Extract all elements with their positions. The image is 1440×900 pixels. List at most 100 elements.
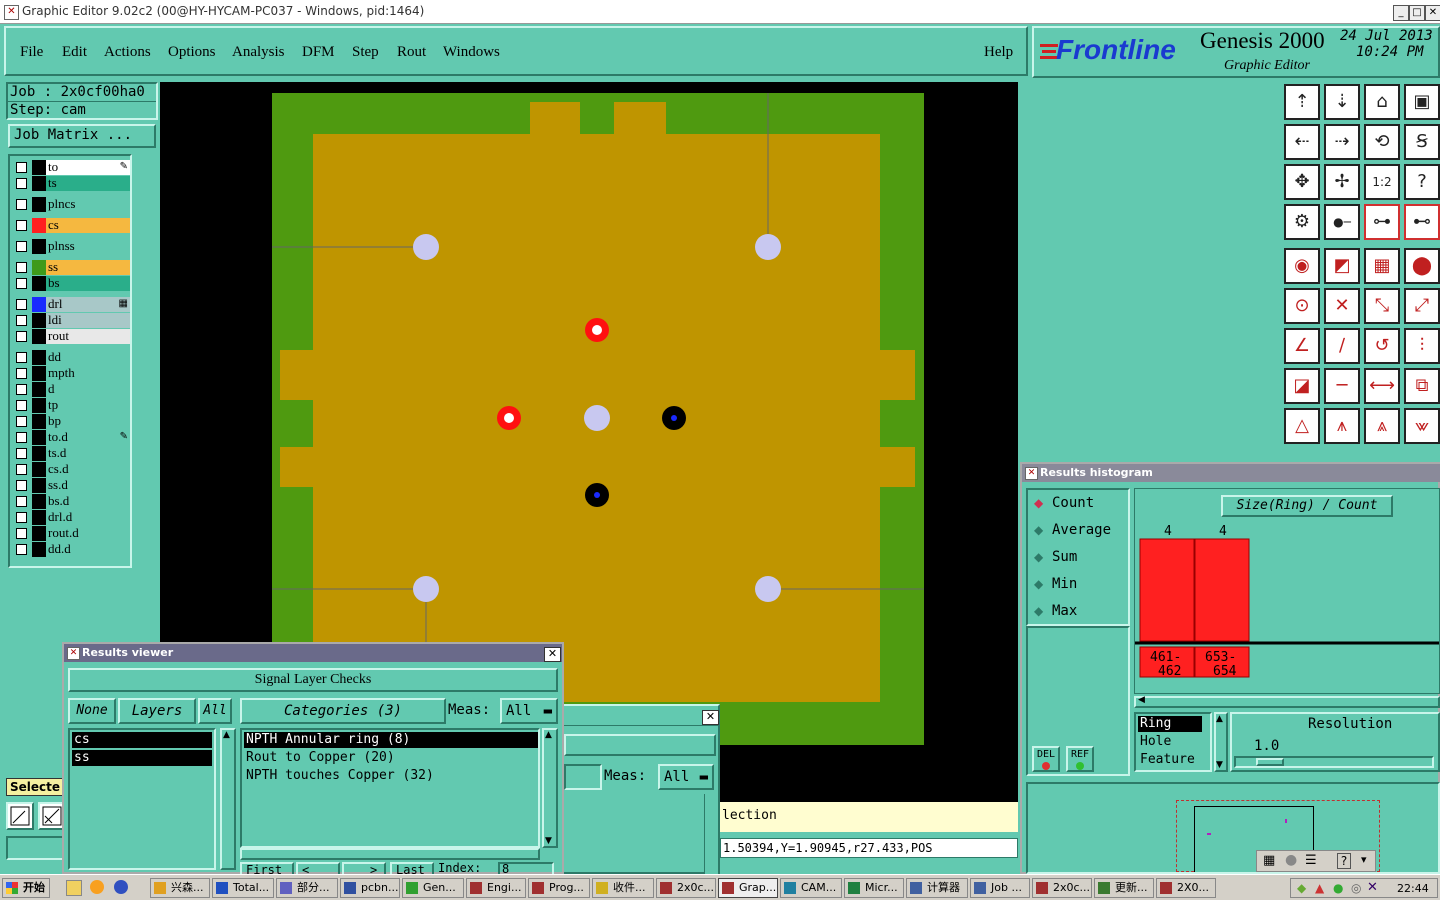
job-matrix-button[interactable]: Job Matrix ... [8,124,156,148]
category-item[interactable]: NPTH touches Copper (32) [244,768,538,784]
result-layer-item[interactable]: cs [72,732,212,748]
layer-color-swatch[interactable] [32,239,46,254]
tool-button[interactable]: ✢ [1324,164,1360,200]
secondary-scrollbar[interactable] [704,794,718,874]
layer-row[interactable]: tp [12,398,130,413]
npth-hole[interactable] [413,576,439,602]
layer-checkbox[interactable] [16,416,27,427]
layer-color-swatch[interactable] [32,446,46,461]
zoom-tool-button[interactable] [6,802,34,830]
tool-button[interactable]: ⇠ [1284,124,1320,160]
layer-color-swatch[interactable] [32,218,46,233]
tool-button[interactable]: ⤢ [1404,288,1440,324]
layer-checkbox[interactable] [16,528,27,539]
layer-name[interactable]: drl ▦ [46,297,130,312]
tray-icon[interactable]: ◎ [1351,881,1361,895]
taskbar-item[interactable]: 收件... [592,878,654,898]
tool-button[interactable]: ▦ [1364,248,1400,284]
histogram-bar[interactable] [1139,538,1195,642]
minimize-button[interactable]: _ [1393,5,1409,21]
layer-name[interactable]: dd [46,350,130,365]
resolution-slider[interactable] [1234,756,1434,768]
tool-button[interactable]: ⩖ [1404,408,1440,444]
layer-color-swatch[interactable] [32,526,46,541]
layer-name[interactable]: ss.d [46,478,130,493]
tray-icon[interactable]: ◆ [1297,881,1306,895]
layer-row[interactable]: ts.d [12,446,130,461]
layer-name[interactable]: ldi [46,313,130,328]
layer-row[interactable]: bs.d [12,494,130,509]
layer-checkbox[interactable] [16,544,27,555]
layer-color-swatch[interactable] [32,329,46,344]
layer-color-swatch[interactable] [32,197,46,212]
npth-hole[interactable] [755,234,781,260]
layer-row[interactable]: dd.d [12,542,130,557]
tool-button[interactable]: ⇢ [1324,124,1360,160]
layer-row[interactable]: mpth [12,366,130,381]
tool-button[interactable]: ∕ [1324,328,1360,364]
layer-row[interactable]: ldi [12,313,130,328]
menu-options[interactable]: Options [168,44,216,61]
tool-button[interactable]: ↺ [1364,328,1400,364]
layer-color-swatch[interactable] [32,313,46,328]
layer-checkbox[interactable] [16,464,27,475]
layer-row[interactable]: plncs [12,197,130,212]
layer-name[interactable]: cs.d [46,462,130,477]
tray-icon[interactable]: ✕ [1367,880,1378,895]
tool-button[interactable]: △ [1284,408,1320,444]
tool-button[interactable]: ⚙ [1284,204,1320,240]
layer-name[interactable]: rout [46,329,130,344]
layer-row[interactable]: plnss [12,239,130,254]
layer-name[interactable]: mpth [46,366,130,381]
tool-button[interactable]: ◩ [1324,248,1360,284]
layer-checkbox[interactable] [16,368,27,379]
tool-button[interactable]: ✥ [1284,164,1320,200]
layer-color-swatch[interactable] [32,176,46,191]
layer-color-swatch[interactable] [32,414,46,429]
layer-checkbox[interactable] [16,432,27,443]
layer-row[interactable]: dd [12,350,130,365]
tool-button[interactable]: ⤡ [1364,288,1400,324]
layer-name[interactable]: drl.d [46,510,130,525]
layer-color-swatch[interactable] [32,276,46,291]
layer-row[interactable]: rout [12,329,130,344]
layer-checkbox[interactable] [16,262,27,273]
tool-button[interactable]: ⇣ [1324,84,1360,120]
quick-launch-icon[interactable] [66,880,82,896]
categories-button[interactable]: Categories (3) [240,698,446,724]
layer-checkbox[interactable] [16,496,27,507]
field-list-scrollbar[interactable]: ▲ ▼ [1214,712,1228,772]
layer-color-swatch[interactable] [32,297,46,312]
layer-checkbox[interactable] [16,241,27,252]
layer-color-swatch[interactable] [32,366,46,381]
field-item[interactable]: Feature [1138,752,1208,768]
tool-button[interactable]: ◉ [1284,248,1320,284]
histogram-hscrollbar[interactable]: ◀ [1134,695,1440,708]
layer-color-swatch[interactable] [32,382,46,397]
taskbar-item[interactable]: pcbn... [340,878,400,898]
layer-row[interactable]: rout.d [12,526,130,541]
taskbar-item[interactable]: Micr... [844,878,904,898]
layer-color-swatch[interactable] [32,350,46,365]
delete-button[interactable]: DEL [1032,746,1060,772]
tool-button[interactable]: ⧉ [1404,368,1440,404]
tool-button[interactable]: ⟲ [1364,124,1400,160]
tool-button[interactable]: ⇡ [1284,84,1320,120]
grid-icon[interactable]: ▦ [1263,853,1275,868]
category-item[interactable]: Rout to Copper (20) [244,750,538,766]
layer-row[interactable]: to.d ✎ [12,430,130,445]
layer-checkbox[interactable] [16,384,27,395]
layer-row[interactable]: drl ▦ [12,297,130,312]
secondary-close-button[interactable]: ✕ [702,710,719,725]
layer-name[interactable]: to.d ✎ [46,430,130,445]
layer-color-swatch[interactable] [32,430,46,445]
taskbar-item[interactable]: Grap... [718,878,778,898]
layer-checkbox[interactable] [16,199,27,210]
layer-color-swatch[interactable] [32,542,46,557]
tool-button[interactable]: ⊶ [1364,204,1400,240]
layer-name[interactable]: dd.d [46,542,130,557]
none-button[interactable]: None [68,698,116,724]
mini-input[interactable] [6,836,66,860]
layer-row[interactable]: ts [12,176,130,191]
layer-color-swatch[interactable] [32,510,46,525]
